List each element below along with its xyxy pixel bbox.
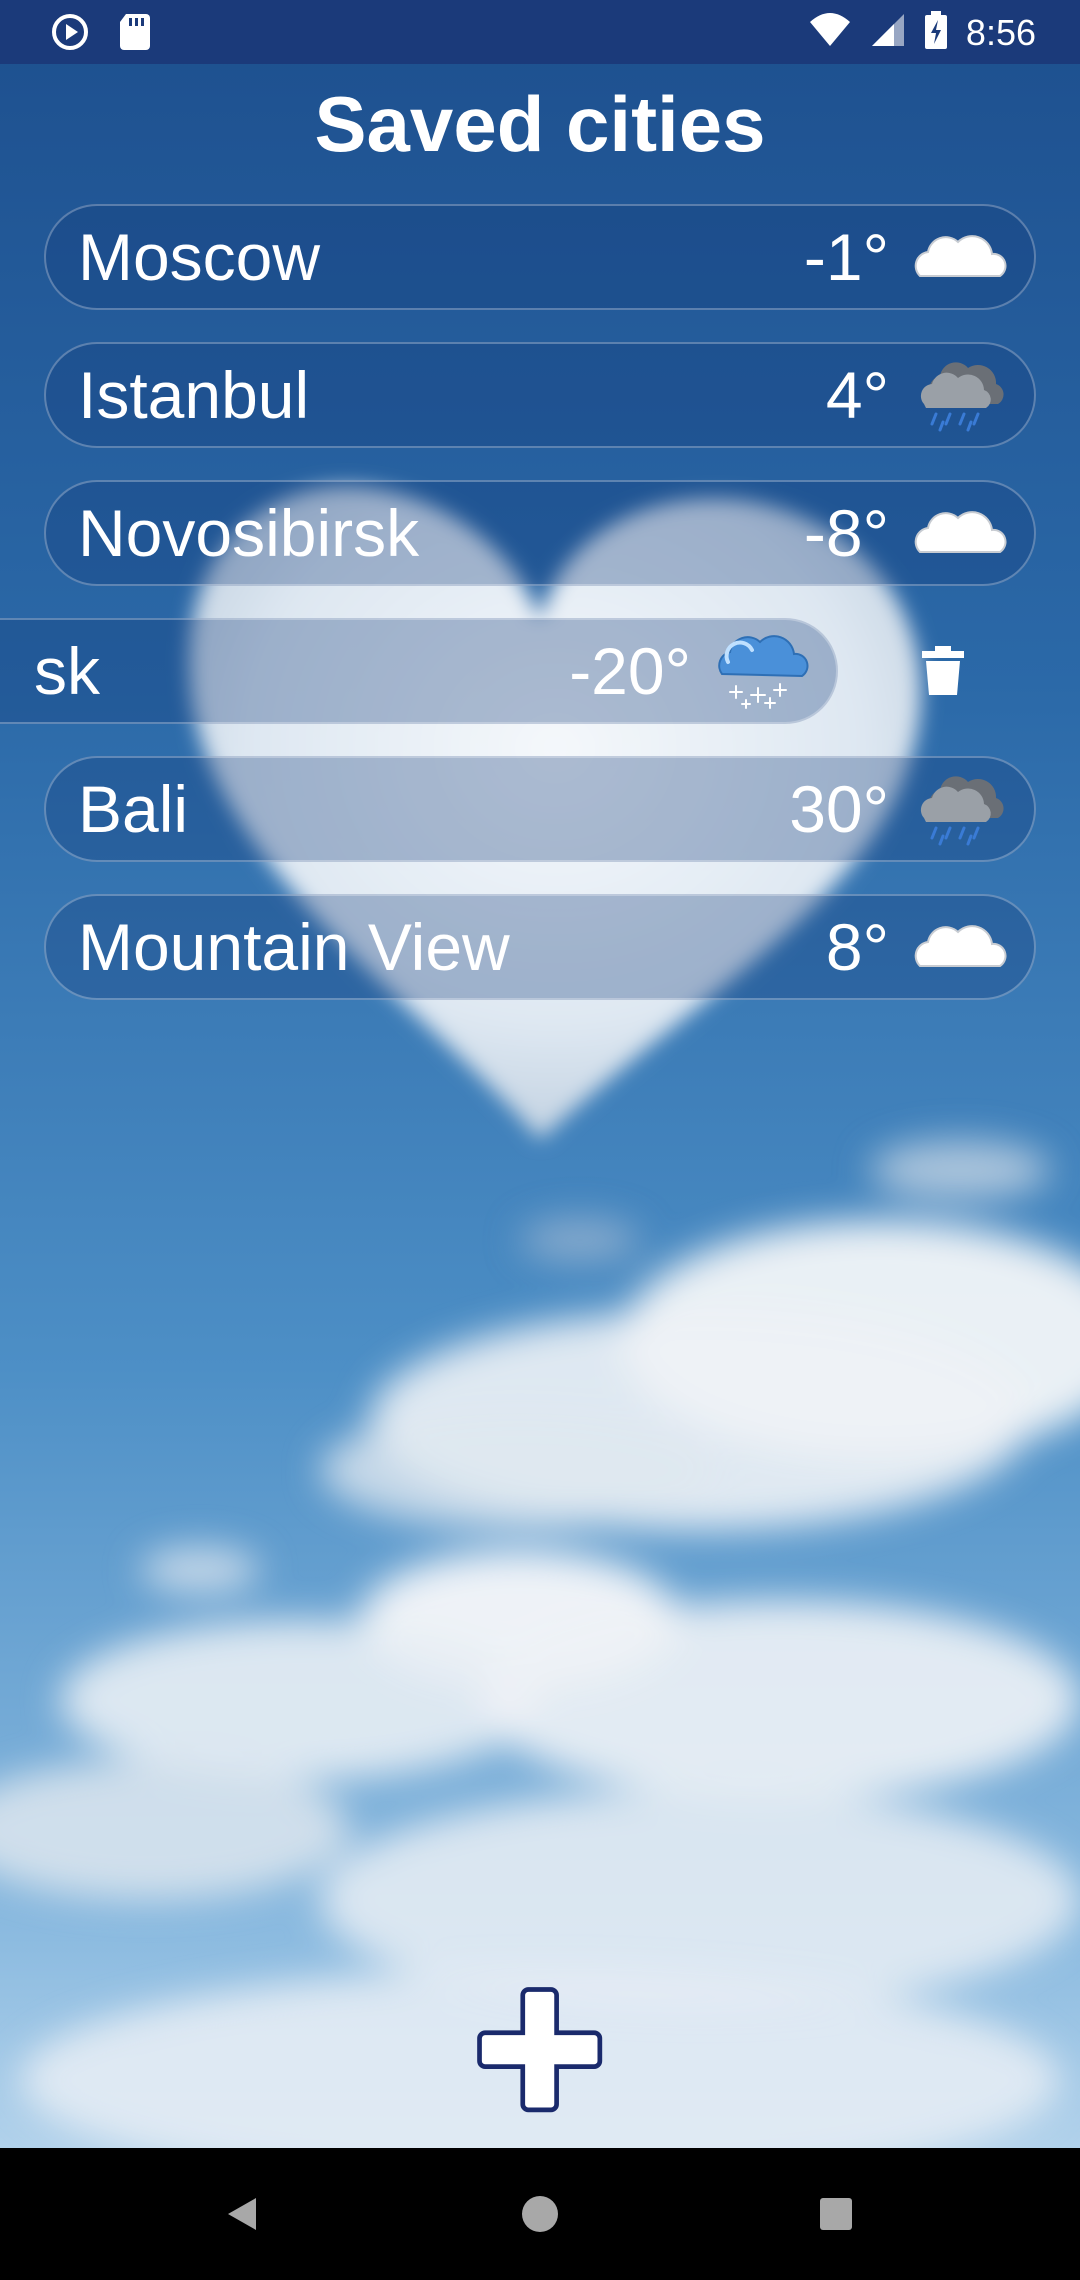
city-name: Mountain View: [78, 910, 510, 984]
swiped-city-row: sk -20°: [0, 618, 1080, 724]
cloudy-icon: [914, 925, 1007, 967]
cloudy-icon: [914, 511, 1007, 553]
home-button[interactable]: [510, 2184, 570, 2244]
cloudy-icon: [914, 235, 1007, 277]
city-row-mountain-view[interactable]: Mountain View 8°: [44, 894, 1036, 1000]
trash-icon: [922, 646, 964, 695]
signal-icon: [870, 10, 906, 55]
navigation-bar: [0, 2148, 1080, 2280]
add-city-button[interactable]: [468, 1978, 612, 2122]
city-row-moscow[interactable]: Moscow -1°: [44, 204, 1036, 310]
home-icon: [522, 2196, 558, 2232]
city-temperature: 4°: [825, 358, 889, 432]
city-row-novosibirsk[interactable]: Novosibirsk -8°: [44, 480, 1036, 586]
city-temperature: 30°: [789, 772, 889, 846]
sd-card-icon: [118, 12, 154, 57]
city-row-bali[interactable]: Bali 30°: [44, 756, 1036, 862]
city-name: Novosibirsk: [78, 496, 420, 570]
status-left-icons: [50, 12, 154, 57]
wifi-icon: [808, 10, 852, 55]
status-bar: 8:56: [0, 0, 1080, 64]
city-name: Moscow: [78, 220, 321, 294]
recents-icon: [820, 2198, 852, 2230]
city-temperature: -20°: [569, 634, 691, 708]
city-row-swiped[interactable]: sk -20°: [0, 618, 838, 724]
snow-icon: [718, 635, 809, 709]
back-icon: [228, 2198, 256, 2230]
city-name: sk: [34, 634, 100, 708]
rain-icon: [920, 776, 1004, 846]
play-icon: [50, 12, 90, 57]
city-row-istanbul[interactable]: Istanbul 4°: [44, 342, 1036, 448]
city-name: Istanbul: [78, 358, 310, 432]
plus-icon: [477, 1987, 603, 2113]
screen: 8:56 Saved cities Moscow -1° Istanbul 4°: [0, 0, 1080, 2280]
city-temperature: -1°: [803, 220, 889, 294]
delete-button[interactable]: [910, 638, 976, 704]
status-clock: 8:56: [965, 11, 1036, 53]
page-title: Saved cities: [314, 80, 766, 168]
city-name: Bali: [78, 772, 189, 846]
city-temperature: 8°: [825, 910, 889, 984]
recents-button[interactable]: [806, 2184, 866, 2244]
rain-icon: [920, 362, 1004, 432]
back-button[interactable]: [212, 2184, 272, 2244]
city-temperature: -8°: [803, 496, 889, 570]
battery-charging-icon: [924, 10, 948, 55]
status-right-icons: 8:56: [808, 10, 1036, 55]
